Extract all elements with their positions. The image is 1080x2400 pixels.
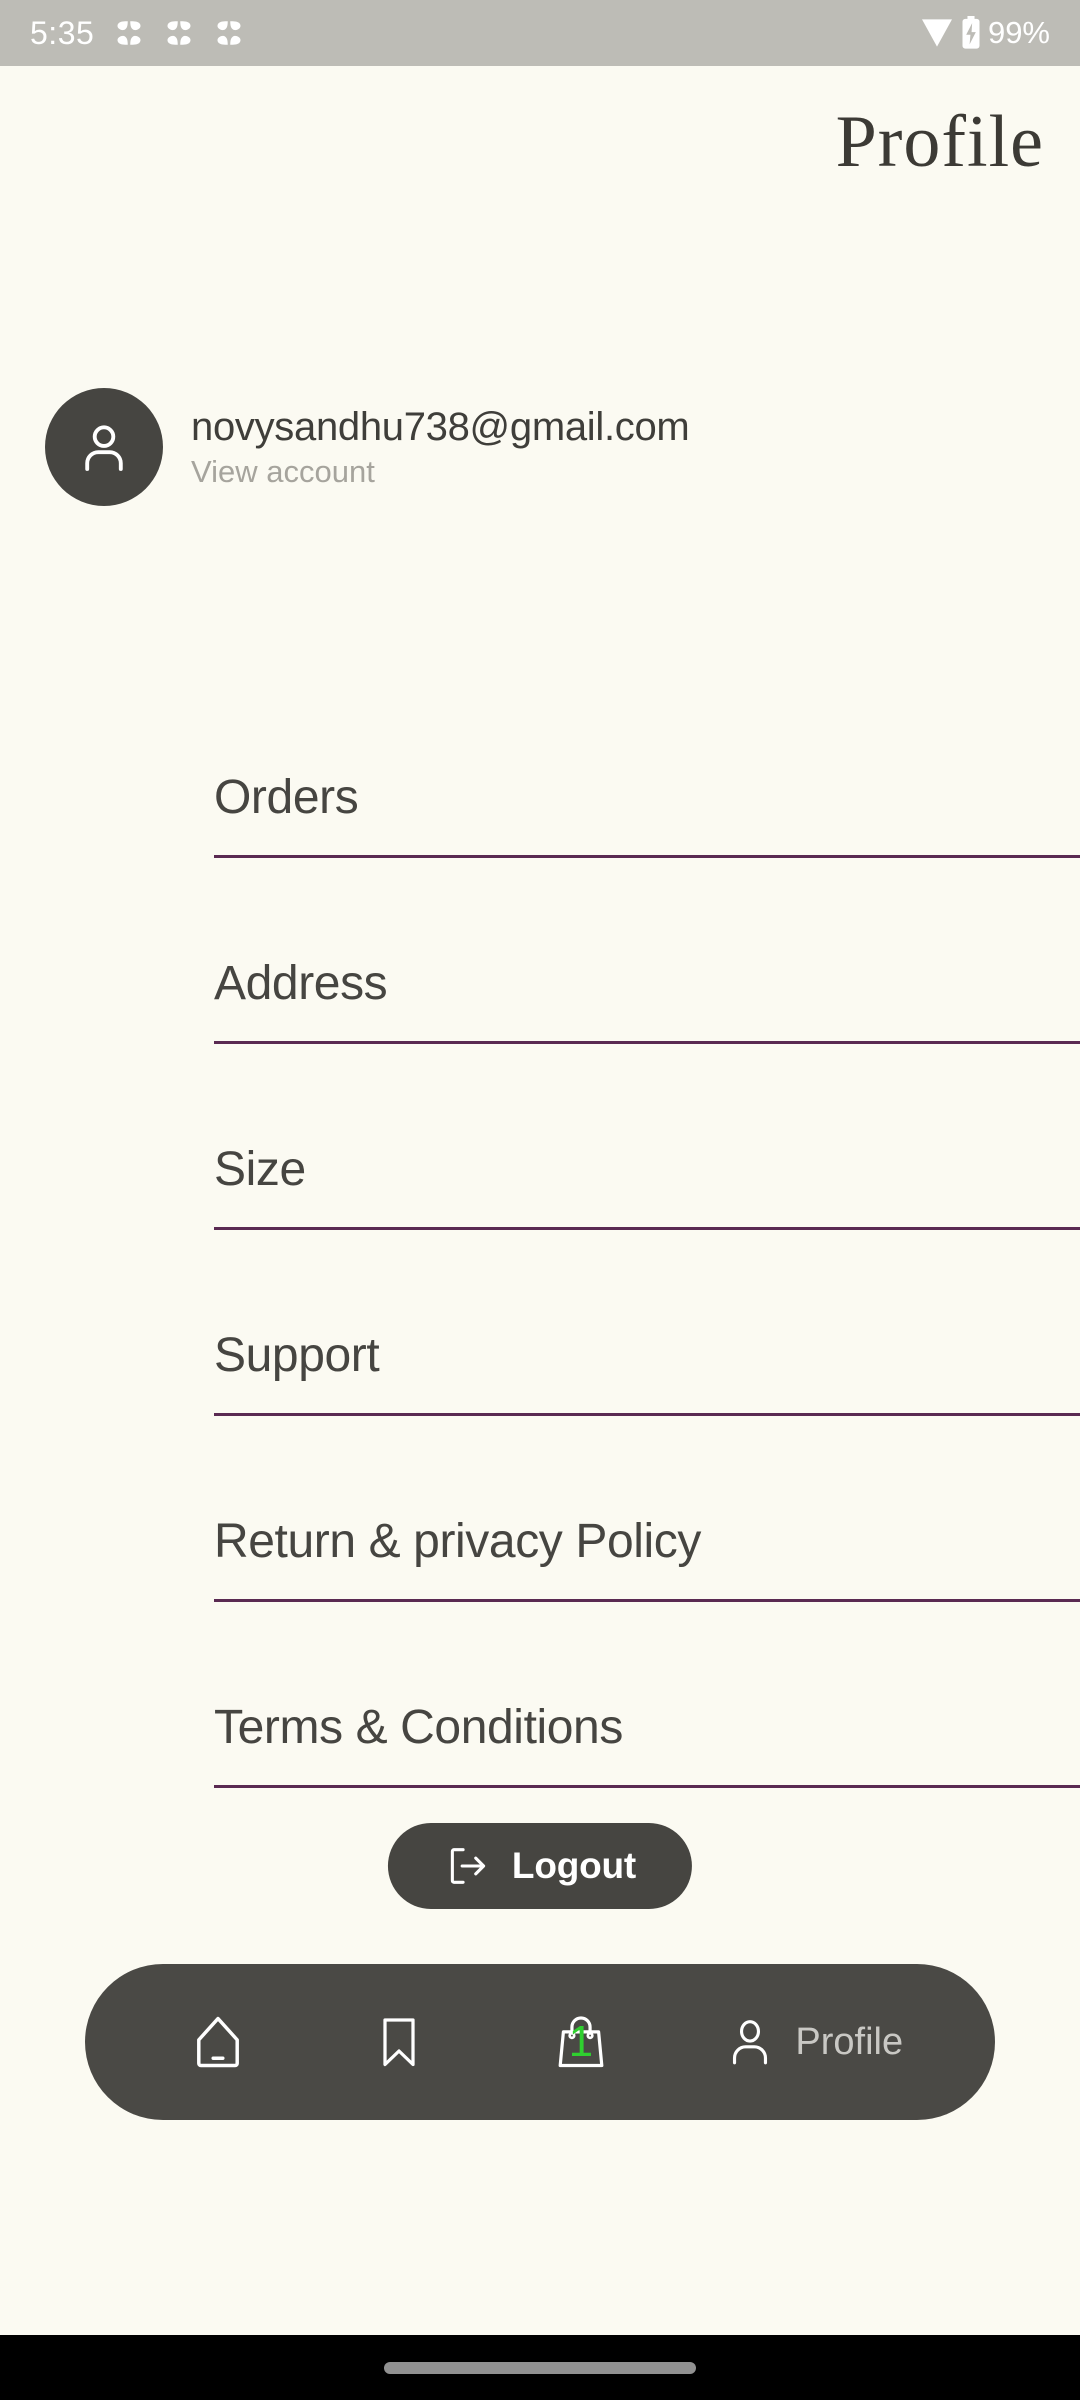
nav-item-label: Profile [795, 2020, 904, 2063]
avatar [45, 388, 163, 506]
bookmark-icon [383, 2018, 415, 2067]
logout-button[interactable]: Logout [387, 1823, 693, 1909]
clover-icon [217, 21, 241, 45]
status-bar: 5:35 99% [0, 0, 1080, 66]
menu-item-support[interactable]: Support [0, 1230, 1080, 1416]
menu-divider [214, 1785, 1080, 1788]
battery-charging-icon [962, 16, 980, 49]
menu-item-label: Terms & Conditions [214, 1701, 623, 1754]
page-title: Profile [835, 101, 1044, 183]
menu-item-label: Orders [214, 771, 359, 824]
nav-item-bookmark[interactable] [309, 1964, 491, 2120]
menu-item-label: Support [214, 1329, 380, 1382]
shopping-bag-wrapper: 1 [549, 2009, 613, 2075]
menu-item-label: Return & privacy Policy [214, 1515, 701, 1568]
clover-icon [167, 21, 191, 45]
status-bar-left: 5:35 [30, 15, 244, 52]
logout-label: Logout [511, 1845, 637, 1886]
user-avatar-icon [85, 425, 123, 471]
status-bar-right: 99% [920, 15, 1050, 51]
menu-item-address[interactable]: Address [0, 858, 1080, 1044]
menu-item-orders[interactable]: Orders [0, 672, 1080, 858]
account-row[interactable]: novysandhu738@gmail.com View account [45, 388, 690, 506]
home-icon [196, 2016, 239, 2068]
nav-item-cart[interactable]: 1 [490, 1964, 672, 2120]
wifi-icon [921, 19, 952, 47]
nav-item-home[interactable] [127, 1964, 309, 2120]
person-icon [733, 2020, 768, 2065]
nav-item-profile[interactable]: Profile [672, 1964, 953, 2120]
profile-screen: 5:35 99% Profile novysandhu738@gmail.com… [0, 0, 1080, 2400]
menu-item-size[interactable]: Size [0, 1044, 1080, 1230]
account-email: novysandhu738@gmail.com [191, 404, 690, 449]
menu-item-label: Size [214, 1143, 306, 1196]
cart-badge-count: 1 [568, 2017, 594, 2066]
account-text: novysandhu738@gmail.com View account [191, 404, 690, 490]
gesture-pill[interactable] [384, 2361, 696, 2374]
bottom-navigation-bar: 1 Profile [85, 1964, 995, 2120]
status-time: 5:35 [30, 14, 95, 51]
profile-menu-list: Orders Address Size Support Return & pri… [0, 672, 1080, 1788]
menu-item-terms-conditions[interactable]: Terms & Conditions [0, 1602, 1080, 1788]
logout-arrow-icon [450, 1848, 486, 1884]
view-account-link[interactable]: View account [191, 454, 689, 490]
gesture-navigation-area [0, 2335, 1080, 2400]
battery-percentage: 99% [987, 15, 1050, 50]
menu-item-return-privacy-policy[interactable]: Return & privacy Policy [0, 1416, 1080, 1602]
menu-item-label: Address [214, 957, 388, 1010]
clover-icon [117, 21, 141, 45]
